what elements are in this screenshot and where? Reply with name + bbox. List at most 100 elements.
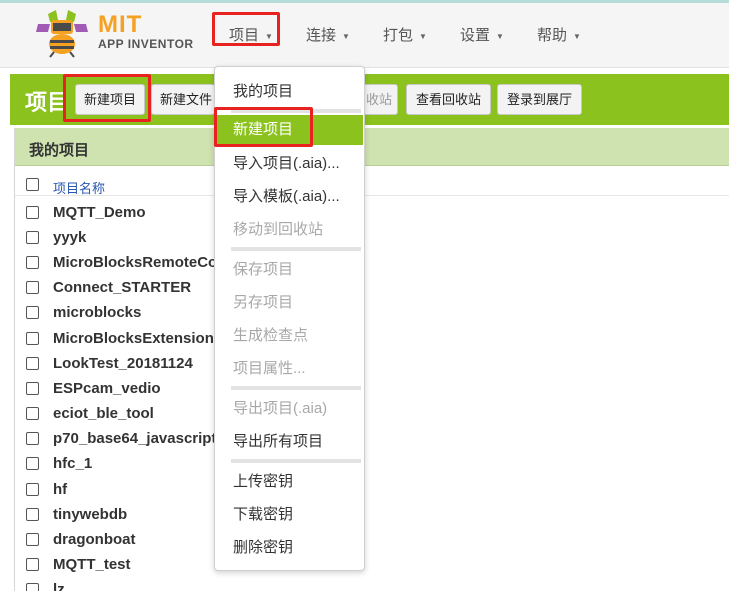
caret-down-icon: ▼ bbox=[265, 31, 273, 41]
menu-separator bbox=[231, 459, 361, 463]
project-name[interactable]: lz bbox=[53, 581, 65, 591]
project-name[interactable]: yyyk bbox=[53, 229, 86, 246]
nav-settings[interactable]: 设置 ▼ bbox=[460, 24, 504, 45]
project-checkbox[interactable] bbox=[26, 483, 39, 496]
project-name[interactable]: hfc_1 bbox=[53, 455, 92, 472]
project-name[interactable]: Connect_STARTER bbox=[53, 279, 191, 296]
my-projects-panel: 我的项目 项目名称 MQTT_Demo yyyk MicroBlocksRemo… bbox=[14, 128, 729, 591]
menu-item-upload-keystore[interactable]: 上传密钥 bbox=[216, 467, 363, 497]
project-row[interactable]: microblocks bbox=[15, 300, 729, 325]
panel-header: 我的项目 bbox=[15, 128, 729, 166]
project-row[interactable]: MicroBlocksExtension bbox=[15, 326, 729, 351]
nav-help-label: 帮助 bbox=[537, 27, 568, 44]
new-folder-button[interactable]: 新建文件 bbox=[151, 84, 215, 115]
nav-settings-label: 设置 bbox=[460, 27, 491, 44]
menu-separator bbox=[231, 247, 361, 251]
project-name[interactable]: microblocks bbox=[53, 304, 141, 321]
projects-dropdown-menu: 我的项目 新建项目 导入项目(.aia)... 导入模板(.aia)... 移动… bbox=[214, 66, 365, 571]
menu-item-my-projects[interactable]: 我的项目 bbox=[216, 77, 363, 107]
nav-connect[interactable]: 连接 ▼ bbox=[306, 24, 350, 45]
top-header: MIT APP INVENTOR 项目 ▼ 连接 ▼ 打包 ▼ 设置 ▼ 帮助 ▼ bbox=[0, 0, 729, 68]
menu-item-delete-keystore[interactable]: 删除密钥 bbox=[216, 533, 363, 563]
nav-connect-label: 连接 bbox=[306, 27, 337, 44]
project-name[interactable]: MicroBlocksRemoteCo bbox=[53, 254, 217, 271]
menu-item-export-all[interactable]: 导出所有项目 bbox=[216, 427, 363, 457]
menu-item-save-as[interactable]: 另存项目 bbox=[216, 288, 363, 318]
menu-item-download-keystore[interactable]: 下载密钥 bbox=[216, 500, 363, 530]
nav-help[interactable]: 帮助 ▼ bbox=[537, 24, 581, 45]
project-name[interactable]: p70_base64_javascript bbox=[53, 430, 216, 447]
select-all-checkbox[interactable] bbox=[26, 178, 39, 191]
app-inventor-bee-logo-icon[interactable] bbox=[34, 10, 90, 58]
menu-item-save-project[interactable]: 保存项目 bbox=[216, 255, 363, 285]
login-gallery-button[interactable]: 登录到展厅 bbox=[497, 84, 582, 115]
project-row[interactable]: ESPcam_vedio bbox=[15, 376, 729, 401]
project-name[interactable]: MQTT_Demo bbox=[53, 204, 146, 221]
project-row[interactable]: MicroBlocksRemoteCo bbox=[15, 250, 729, 275]
project-name[interactable]: hf bbox=[53, 481, 67, 498]
menu-separator bbox=[231, 386, 361, 390]
view-trash-button[interactable]: 查看回收站 bbox=[406, 84, 491, 115]
project-name[interactable]: eciot_ble_tool bbox=[53, 405, 154, 422]
project-name[interactable]: MQTT_test bbox=[53, 556, 131, 573]
project-checkbox[interactable] bbox=[26, 306, 39, 319]
project-name[interactable]: dragonboat bbox=[53, 531, 136, 548]
menu-item-import-project[interactable]: 导入项目(.aia)... bbox=[216, 149, 363, 179]
project-row[interactable]: hfc_1 bbox=[15, 451, 729, 476]
project-row[interactable]: LookTest_20181124 bbox=[15, 351, 729, 376]
project-checkbox[interactable] bbox=[26, 357, 39, 370]
new-project-button[interactable]: 新建项目 bbox=[75, 84, 145, 115]
move-to-trash-button[interactable]: 收站 bbox=[362, 84, 398, 115]
project-checkbox[interactable] bbox=[26, 206, 39, 219]
project-checkbox[interactable] bbox=[26, 533, 39, 546]
project-row[interactable]: MQTT_test bbox=[15, 552, 729, 577]
project-row[interactable]: tinywebdb bbox=[15, 502, 729, 527]
caret-down-icon: ▼ bbox=[573, 31, 581, 41]
project-checkbox[interactable] bbox=[26, 382, 39, 395]
caret-down-icon: ▼ bbox=[419, 31, 427, 41]
project-checkbox[interactable] bbox=[26, 281, 39, 294]
list-header: 项目名称 bbox=[15, 172, 729, 196]
project-checkbox[interactable] bbox=[26, 256, 39, 269]
project-checkbox[interactable] bbox=[26, 332, 39, 345]
project-row[interactable]: p70_base64_javascript bbox=[15, 426, 729, 451]
nav-projects-label: 项目 bbox=[229, 27, 260, 44]
project-row[interactable]: eciot_ble_tool bbox=[15, 401, 729, 426]
project-checkbox[interactable] bbox=[26, 432, 39, 445]
nav-projects[interactable]: 项目 ▼ bbox=[229, 24, 273, 45]
menu-item-properties[interactable]: 项目属性... bbox=[216, 354, 363, 384]
project-checkbox[interactable] bbox=[26, 558, 39, 571]
project-row[interactable]: MQTT_Demo bbox=[15, 200, 729, 225]
project-row[interactable]: hf bbox=[15, 477, 729, 502]
menu-item-import-template[interactable]: 导入模板(.aia)... bbox=[216, 182, 363, 212]
panel-title: 我的项目 bbox=[29, 142, 90, 159]
nav-build-label: 打包 bbox=[383, 27, 414, 44]
project-name[interactable]: ESPcam_vedio bbox=[53, 380, 161, 397]
project-row[interactable]: yyyk bbox=[15, 225, 729, 250]
project-checkbox[interactable] bbox=[26, 407, 39, 420]
menu-item-new-project[interactable]: 新建项目 bbox=[216, 115, 363, 145]
project-row[interactable]: lz bbox=[15, 577, 729, 591]
menu-item-export-project[interactable]: 导出项目(.aia) bbox=[216, 394, 363, 424]
project-checkbox[interactable] bbox=[26, 583, 39, 591]
project-row[interactable]: dragonboat bbox=[15, 527, 729, 552]
brand-title: MIT bbox=[98, 11, 143, 38]
toolbar-title: 项目 bbox=[25, 90, 70, 115]
project-name[interactable]: MicroBlocksExtension bbox=[53, 330, 214, 347]
nav-build[interactable]: 打包 ▼ bbox=[383, 24, 427, 45]
caret-down-icon: ▼ bbox=[496, 31, 504, 41]
project-checkbox[interactable] bbox=[26, 508, 39, 521]
project-name[interactable]: LookTest_20181124 bbox=[53, 355, 193, 372]
projects-toolbar: 项目 新建项目 新建文件 收站 查看回收站 登录到展厅 bbox=[10, 74, 729, 125]
project-checkbox[interactable] bbox=[26, 457, 39, 470]
brand-subtitle: APP INVENTOR bbox=[98, 37, 194, 51]
column-project-name[interactable]: 项目名称 bbox=[53, 178, 105, 197]
project-name[interactable]: tinywebdb bbox=[53, 506, 127, 523]
project-row[interactable]: Connect_STARTER bbox=[15, 275, 729, 300]
top-accent-line bbox=[0, 0, 729, 3]
project-checkbox[interactable] bbox=[26, 231, 39, 244]
menu-item-move-to-trash[interactable]: 移动到回收站 bbox=[216, 215, 363, 245]
menu-separator bbox=[231, 109, 361, 113]
menu-item-checkpoint[interactable]: 生成检查点 bbox=[216, 321, 363, 351]
caret-down-icon: ▼ bbox=[342, 31, 350, 41]
